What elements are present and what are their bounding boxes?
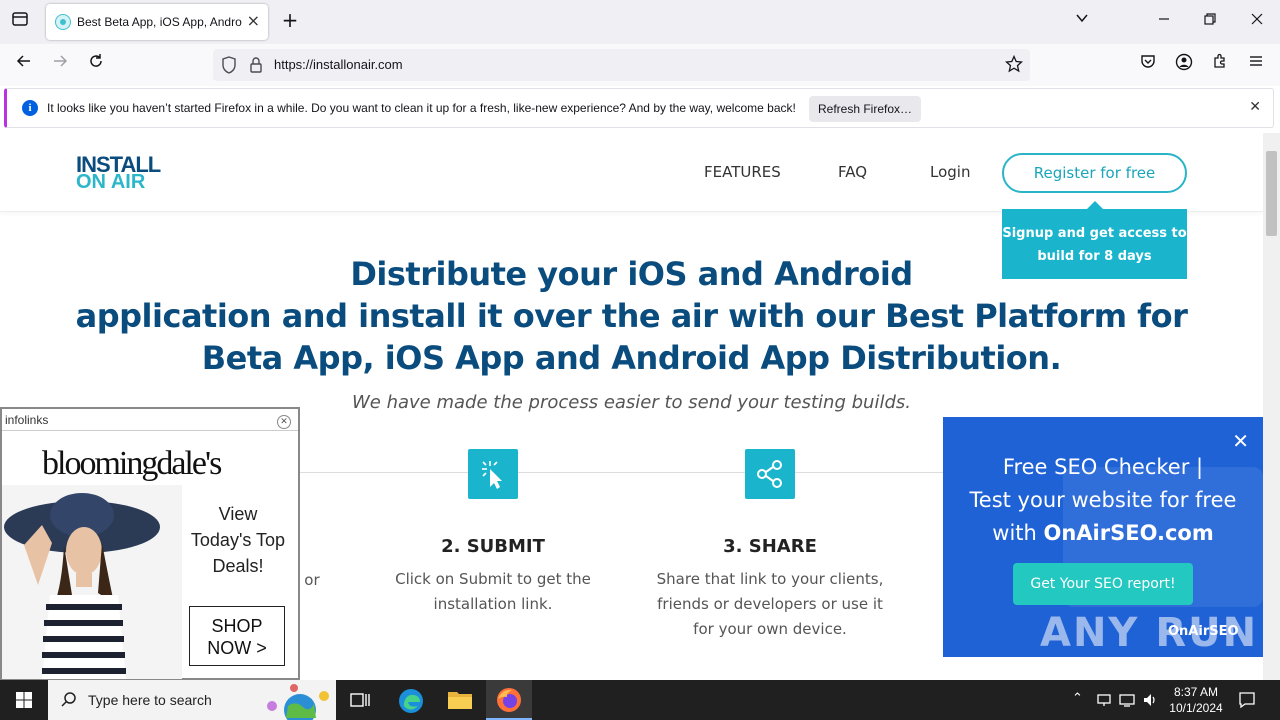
- extensions-icon[interactable]: [1208, 53, 1232, 77]
- firefox-icon: [497, 688, 521, 712]
- notification-center-icon[interactable]: [1238, 691, 1256, 709]
- restore-icon[interactable]: [1198, 10, 1222, 34]
- browser-tab-bar: Best Beta App, iOS App, Android × +: [0, 0, 1280, 44]
- address-bar[interactable]: https://installonair.com: [213, 49, 1030, 81]
- page-scrollbar[interactable]: [1263, 133, 1280, 680]
- browser-nav-bar: https://installonair.com: [0, 44, 1280, 86]
- notification-close-icon[interactable]: ✕: [1249, 99, 1261, 115]
- account-icon[interactable]: [1172, 53, 1196, 77]
- step-2-description: Click on Submit to get the installation …: [395, 570, 591, 613]
- nav-features[interactable]: FEATURES: [704, 163, 781, 181]
- volume-icon[interactable]: [1142, 692, 1158, 708]
- minimize-icon[interactable]: [1152, 10, 1176, 34]
- tab-title: Best Beta App, iOS App, Android: [77, 15, 242, 29]
- hero-line-3: Beta App, iOS App and Android App Distri…: [201, 339, 1062, 377]
- url-text: https://installonair.com: [274, 57, 403, 72]
- info-icon: i: [22, 100, 38, 116]
- seo-ad-close-icon[interactable]: ✕: [1232, 429, 1249, 453]
- submit-click-icon: [468, 449, 518, 499]
- windows-logo-icon: [16, 692, 32, 708]
- forward-arrow-icon[interactable]: [48, 53, 72, 77]
- section-divider: [300, 472, 1000, 473]
- reload-icon[interactable]: [84, 53, 108, 77]
- register-button[interactable]: Register for free: [1002, 153, 1187, 193]
- back-arrow-icon[interactable]: [12, 53, 36, 77]
- browser-tab-active[interactable]: Best Beta App, iOS App, Android ×: [46, 4, 268, 40]
- windows-start-button[interactable]: [0, 680, 48, 720]
- step-2-title: 2. SUBMIT: [441, 536, 545, 557]
- search-placeholder: Type here to search: [88, 692, 212, 708]
- seo-line-2: Test your website for free: [969, 488, 1237, 512]
- display-icon[interactable]: [1119, 692, 1135, 708]
- model-photo: [2, 485, 182, 679]
- clock-time: 8:37 AM: [1173, 685, 1219, 699]
- step-3-description: Share that link to your clients, friends…: [656, 570, 884, 638]
- bookmark-star-icon[interactable]: [1004, 54, 1024, 77]
- window-close-icon[interactable]: [1245, 10, 1269, 34]
- installonair-logo[interactable]: INSTALL ON AIR: [76, 152, 176, 194]
- clock-date: 10/1/2024: [1169, 701, 1223, 715]
- nav-faq[interactable]: FAQ: [838, 163, 867, 181]
- tracking-shield-icon[interactable]: [221, 56, 237, 78]
- tab-close-icon[interactable]: ×: [247, 12, 260, 30]
- hero-heading: Distribute your iOS and Android applicat…: [0, 253, 1263, 379]
- edge-browser-icon[interactable]: [398, 688, 423, 713]
- pocket-icon[interactable]: [1136, 53, 1160, 77]
- ad-tagline: View Today's Top Deals!: [190, 504, 286, 576]
- network-icon[interactable]: [1096, 692, 1112, 708]
- ad-close-icon[interactable]: ✕: [277, 415, 291, 429]
- seo-line-1: Free SEO Checker |: [1002, 455, 1204, 479]
- tab-list-icon[interactable]: [8, 10, 32, 34]
- hamburger-menu-icon[interactable]: [1244, 53, 1268, 77]
- share-icon: [745, 449, 795, 499]
- seo-report-button[interactable]: Get Your SEO report!: [1013, 563, 1193, 605]
- file-explorer-icon[interactable]: [447, 688, 472, 712]
- seo-ad-headline: Free SEO Checker | Test your website for…: [943, 451, 1263, 550]
- logo-line2: ON AIR: [76, 171, 146, 193]
- search-icon: [61, 692, 76, 707]
- scroll-thumb[interactable]: [1266, 151, 1277, 236]
- infolinks-ad[interactable]: infolinks ✕ bloomingdale's View Today's …: [0, 407, 300, 680]
- infolinks-brand: infolinks: [5, 413, 49, 427]
- tray-overflow-icon[interactable]: ⌃: [1072, 691, 1083, 706]
- notification-message: It looks like you haven’t started Firefo…: [47, 101, 796, 115]
- lock-icon[interactable]: [249, 56, 263, 78]
- seo-line-3: with OnAirSEO.com: [943, 517, 1263, 550]
- step-3-title: 3. SHARE: [723, 536, 817, 557]
- firefox-taskbar-button[interactable]: [486, 680, 532, 720]
- anyrun-watermark: ANY RUN: [1040, 610, 1259, 656]
- refresh-firefox-button[interactable]: Refresh Firefox…: [809, 96, 921, 122]
- search-highlight-image: [267, 684, 329, 720]
- firefox-notification-bar: i It looks like you haven’t started Fire…: [4, 88, 1274, 128]
- ad-header-bar: infolinks ✕: [2, 409, 298, 431]
- bloomingdales-logo: bloomingdale's: [42, 445, 222, 482]
- site-favicon-icon: [55, 14, 71, 30]
- taskbar-search[interactable]: Type here to search: [48, 680, 336, 720]
- task-view-icon[interactable]: [348, 688, 372, 712]
- nav-login[interactable]: Login: [930, 163, 970, 181]
- windows-taskbar: Type here to search ⌃ 8:37 AM 10/1/2024: [0, 680, 1280, 720]
- seo-line-3-prefix: with: [992, 521, 1044, 545]
- hero-line-2: application and install it over the air …: [75, 297, 1188, 335]
- chevron-down-icon[interactable]: [1070, 10, 1094, 34]
- taskbar-clock[interactable]: 8:37 AM 10/1/2024: [1166, 684, 1226, 716]
- new-tab-icon[interactable]: +: [278, 10, 302, 34]
- site-header: INSTALL ON AIR FEATURES FAQ Login Regist…: [0, 133, 1263, 212]
- hero-line-1: Distribute your iOS and Android: [350, 255, 913, 293]
- shop-now-button[interactable]: SHOP NOW >: [189, 606, 285, 666]
- seo-brand: OnAirSEO.com: [1043, 521, 1214, 545]
